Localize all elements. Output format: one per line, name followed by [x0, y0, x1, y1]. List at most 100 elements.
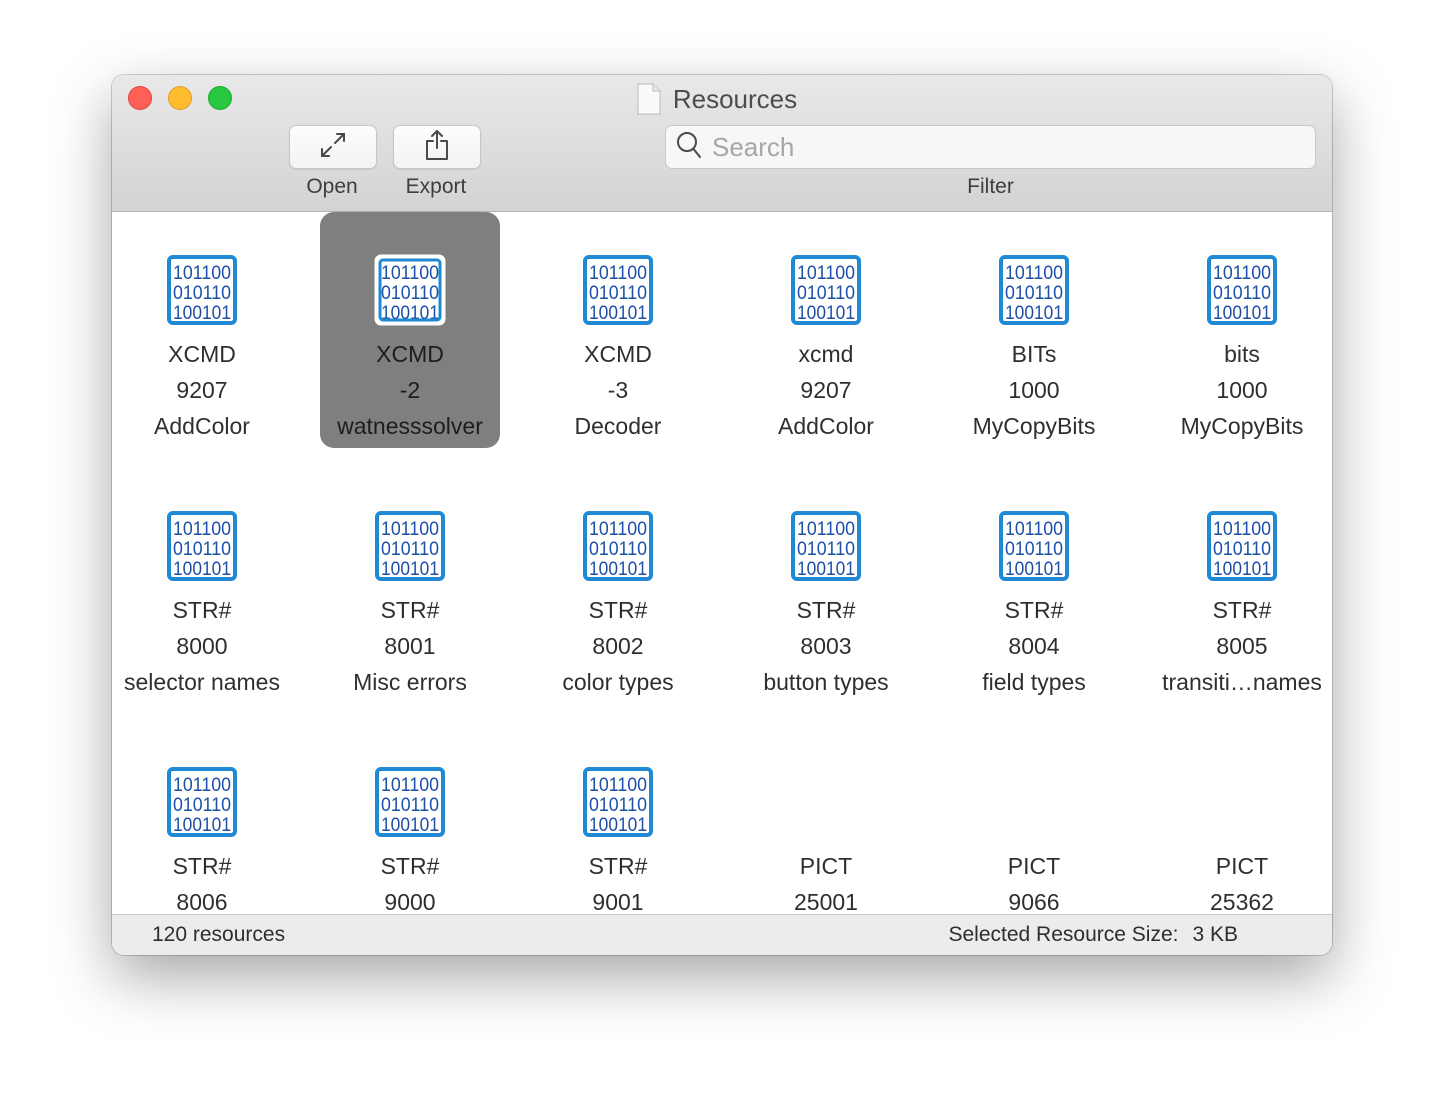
binary-line: 101100 [173, 263, 231, 284]
binary-line: 010110 [797, 283, 855, 304]
binary-line: 101100 [1005, 519, 1063, 540]
resource-item[interactable]: PICT 25001 [736, 724, 916, 914]
resource-item[interactable]: 101100 010110 100101 STR# 8000 selector names [112, 468, 292, 700]
resource-item[interactable]: 101100 010110 100101 STR# 8006 [112, 724, 292, 914]
binary-line: 010110 [173, 283, 231, 304]
binary-line: 100101 [1213, 559, 1271, 580]
binary-line: 101100 [381, 519, 439, 540]
binary-line: 010110 [589, 283, 647, 304]
resource-type: PICT [1215, 853, 1269, 879]
resource-name: selector names [124, 669, 280, 695]
binary-data-icon: 101100 010110 100101 [790, 254, 862, 326]
binary-data-icon: 101100 010110 100101 [166, 254, 238, 326]
titlebar: Resources Open Export Search Filter [112, 75, 1332, 212]
resource-id: 8003 [800, 633, 852, 659]
resource-id: 25362 [1210, 889, 1274, 914]
resource-grid: 101100 010110 100101 XCMD 9207 AddColor 101100… [112, 212, 1332, 914]
resource-type: PICT [1007, 853, 1061, 879]
resource-item[interactable]: 101100 010110 100101 STR# 9000 [320, 724, 500, 914]
resource-id: 9066 [1008, 889, 1060, 914]
resource-item[interactable]: PICT 25362 [1152, 724, 1332, 914]
binary-line: 010110 [589, 539, 647, 560]
resource-item[interactable]: 101100 010110 100101 bits 1000 MyCopyBits [1152, 212, 1332, 444]
binary-data-icon: 101100 010110 100101 [582, 510, 654, 582]
resource-name: AddColor [154, 413, 250, 439]
resource-item[interactable]: 101100 010110 100101 STR# 8001 Misc errors [320, 468, 500, 700]
export-button[interactable] [393, 125, 481, 169]
binary-data-icon: 101100 010110 100101 [166, 510, 238, 582]
resource-item[interactable]: 101100 010110 100101 xcmd 9207 AddColor [736, 212, 916, 444]
binary-line: 101100 [173, 775, 231, 796]
resource-name: button types [763, 669, 889, 695]
binary-line: 010110 [381, 539, 439, 560]
resource-id: 9207 [800, 377, 852, 403]
search-field[interactable] [665, 125, 1316, 169]
resource-item[interactable]: 101100 010110 100101 STR# 9001 [528, 724, 708, 914]
binary-line: 010110 [381, 795, 439, 816]
binary-data-icon: 101100 010110 100101 [998, 510, 1070, 582]
resource-item[interactable]: 101100 010110 100101 XCMD 9207 AddColor [112, 212, 292, 444]
binary-line: 100101 [173, 559, 231, 580]
binary-line: 100101 [589, 559, 647, 580]
resource-type: XCMD [376, 341, 444, 367]
binary-data-icon: 101100 010110 100101 [582, 254, 654, 326]
resource-name: AddColor [778, 413, 874, 439]
resource-type: STR# [380, 853, 440, 879]
window-title: Resources [672, 83, 798, 114]
resource-name: field types [982, 669, 1086, 695]
binary-line: 101100 [381, 263, 439, 284]
empty-preview [790, 766, 862, 838]
resource-id: 9000 [384, 889, 436, 914]
binary-line: 100101 [1005, 559, 1063, 580]
resources-window: Resources Open Export Search Filter 1011… [112, 75, 1332, 955]
resource-item[interactable]: 101100 010110 100101 STR# 8002 color types [528, 468, 708, 700]
binary-line: 101100 [1213, 263, 1271, 284]
resource-type: STR# [588, 597, 648, 623]
binary-line: 010110 [173, 795, 231, 816]
status-bar: 120 resources Selected Resource Size: 3 K… [112, 914, 1332, 955]
binary-line: 100101 [173, 815, 231, 836]
binary-line: 101100 [797, 519, 855, 540]
resource-name: MyCopyBits [1180, 413, 1304, 439]
binary-line: 101100 [589, 263, 647, 284]
resource-name: watnesssolver [337, 413, 483, 439]
binary-line: 100101 [381, 815, 439, 836]
binary-line: 101100 [381, 775, 439, 796]
binary-line: 100101 [173, 303, 231, 324]
binary-line: 100101 [381, 559, 439, 580]
resource-item[interactable]: 101100 010110 100101 BITs 1000 MyCopyBits [944, 212, 1124, 444]
resource-id: 8001 [384, 633, 436, 659]
binary-line: 010110 [381, 283, 439, 304]
selected-size-value: 3 KB [1192, 923, 1238, 946]
resource-name: MyCopyBits [972, 413, 1096, 439]
binary-data-icon: 101100 010110 100101 [374, 254, 446, 326]
binary-line: 101100 [589, 775, 647, 796]
binary-data-icon: 101100 010110 100101 [166, 766, 238, 838]
binary-line: 010110 [173, 539, 231, 560]
resource-type: BITs [1011, 341, 1057, 367]
binary-line: 101100 [1213, 519, 1271, 540]
resource-type: STR# [380, 597, 440, 623]
resource-item[interactable]: 101100 010110 100101 XCMD -3 Decoder [528, 212, 708, 444]
resource-item[interactable]: 101100 010110 100101 STR# 8003 button types [736, 468, 916, 700]
binary-line: 010110 [797, 539, 855, 560]
resource-type: STR# [1004, 597, 1064, 623]
binary-data-icon: 101100 010110 100101 [374, 510, 446, 582]
binary-line: 101100 [589, 519, 647, 540]
resource-name: transiti…names [1162, 669, 1322, 695]
binary-line: 010110 [1213, 283, 1271, 304]
binary-line: 010110 [1213, 539, 1271, 560]
resource-item[interactable]: 101100 010110 100101 STR# 8005 transiti…names [1152, 468, 1332, 700]
resource-item[interactable]: 101100 010110 100101 XCMD -2 watnesssolver [320, 212, 500, 448]
resource-id: 8000 [176, 633, 228, 659]
resource-item[interactable]: PICT 9066 [944, 724, 1124, 914]
resource-name: Misc errors [353, 669, 467, 695]
resource-id: 8004 [1008, 633, 1060, 659]
resource-item[interactable]: 101100 010110 100101 STR# 8004 field types [944, 468, 1124, 700]
binary-line: 101100 [173, 519, 231, 540]
binary-line: 010110 [1005, 283, 1063, 304]
open-button[interactable] [289, 125, 377, 169]
binary-data-icon: 101100 010110 100101 [582, 766, 654, 838]
search-input[interactable] [710, 130, 1294, 164]
resource-type: STR# [796, 597, 856, 623]
